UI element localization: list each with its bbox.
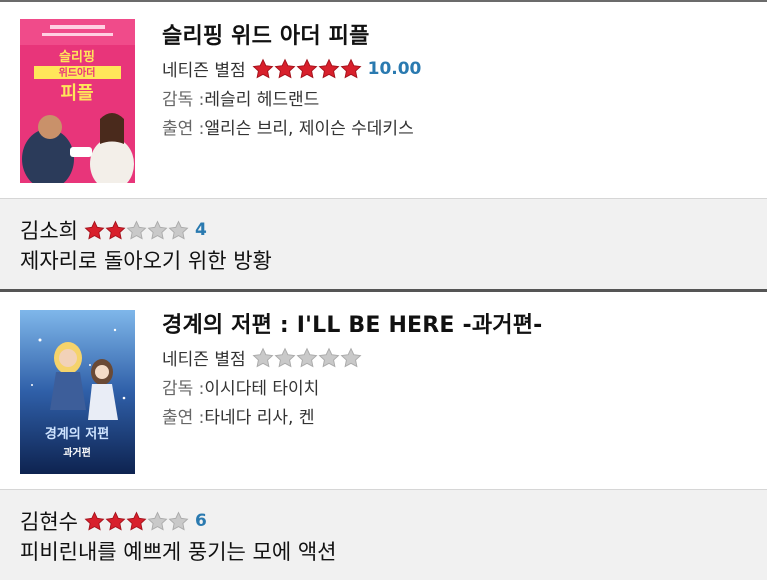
review-comment: 피비린내를 예쁘게 풍기는 모에 액션 [20, 540, 337, 564]
cast-row: 출연 : 타네다 리사, 켄 [162, 401, 543, 430]
netizen-stars [252, 347, 362, 369]
star-filled-icon [84, 511, 105, 530]
netizen-rating-row: 네티즌 별점 [162, 343, 543, 372]
poster-image-2: 경계의 저편 과거편 [20, 310, 135, 474]
review-item[interactable]: 김소희 4 제자리로 돌아오기 위한 방황 [0, 198, 767, 290]
netizen-rating-label: 네티즌 별점 [162, 61, 246, 81]
star-empty-icon [168, 220, 189, 239]
review-comment: 제자리로 돌아오기 위한 방황 [20, 249, 272, 273]
star-empty-icon [147, 220, 168, 239]
movie-title[interactable]: 슬리핑 위드 아더 피플 [162, 20, 421, 54]
star-empty-icon [168, 511, 189, 530]
netizen-score: 10.00 [367, 58, 422, 79]
poster-2-text-mid: 과거편 [63, 446, 91, 459]
cast-names[interactable]: 타네다 리사, 켄 [204, 403, 314, 428]
star-filled-icon [296, 58, 318, 78]
star-filled-icon [126, 511, 147, 530]
movie-review-list: 슬리핑 위드아더 피플 슬리핑 위드 아더 피플 네티즌 별점 10.00 감독… [0, 0, 767, 580]
reviewer-name: 김소희 [20, 219, 78, 243]
star-filled-icon [318, 58, 340, 78]
director-row: 감독 : 이시다테 타이치 [162, 372, 543, 401]
netizen-rating-row: 네티즌 별점 10.00 [162, 54, 421, 83]
review-header: 김현수 6 [20, 506, 207, 536]
netizen-rating-label: 네티즌 별점 [162, 350, 246, 370]
star-empty-icon [252, 347, 274, 367]
star-filled-icon [84, 220, 105, 239]
cast-names[interactable]: 앨리슨 브리, 제이슨 수데키스 [204, 114, 413, 139]
cast-row: 출연 : 앨리슨 브리, 제이슨 수데키스 [162, 112, 421, 141]
movie-poster[interactable]: 슬리핑 위드아더 피플 [20, 19, 135, 183]
review-score: 6 [194, 511, 207, 531]
star-filled-icon [340, 58, 362, 78]
star-empty-icon [318, 347, 340, 367]
review-stars [84, 220, 189, 241]
cast-label: 출연 : [162, 408, 205, 428]
review-stars [84, 511, 189, 532]
star-empty-icon [296, 347, 318, 367]
movie-card[interactable]: 경계의 저편 과거편 경계의 저편 : I'LL BE HERE -과거편- 네… [0, 292, 767, 489]
star-empty-icon [340, 347, 362, 367]
movie-title[interactable]: 경계의 저편 : I'LL BE HERE -과거편- [162, 309, 543, 343]
star-empty-icon [147, 511, 168, 530]
review-item[interactable]: 김현수 6 피비린내를 예쁘게 풍기는 모에 액션 [0, 489, 767, 580]
poster-1-text-top: 슬리핑 [59, 49, 95, 65]
poster-image-1: 슬리핑 위드아더 피플 [20, 19, 135, 183]
movie-info: 슬리핑 위드 아더 피플 네티즌 별점 10.00 감독 : 레슬리 헤드랜드 … [162, 20, 421, 141]
movie-card[interactable]: 슬리핑 위드아더 피플 슬리핑 위드 아더 피플 네티즌 별점 10.00 감독… [0, 2, 767, 198]
director-name[interactable]: 이시다테 타이치 [204, 374, 319, 399]
star-empty-icon [274, 347, 296, 367]
director-label: 감독 : [162, 379, 205, 399]
poster-1-text-bottom: 피플 [60, 83, 93, 104]
review-score: 4 [194, 220, 207, 240]
movie-poster[interactable]: 경계의 저편 과거편 [20, 310, 135, 474]
director-label: 감독 : [162, 90, 205, 110]
cast-label: 출연 : [162, 119, 205, 139]
director-row: 감독 : 레슬리 헤드랜드 [162, 83, 421, 112]
review-header: 김소희 4 [20, 215, 207, 245]
director-name[interactable]: 레슬리 헤드랜드 [204, 85, 319, 110]
movie-info: 경계의 저편 : I'LL BE HERE -과거편- 네티즌 별점 감독 : … [162, 309, 543, 430]
reviewer-name: 김현수 [20, 510, 78, 534]
poster-1-text-mid: 위드아더 [59, 66, 96, 79]
netizen-stars [252, 58, 362, 80]
star-filled-icon [274, 58, 296, 78]
star-empty-icon [126, 220, 147, 239]
poster-2-text-top: 경계의 저편 [45, 426, 109, 442]
star-filled-icon [105, 511, 126, 530]
star-filled-icon [105, 220, 126, 239]
star-filled-icon [252, 58, 274, 78]
